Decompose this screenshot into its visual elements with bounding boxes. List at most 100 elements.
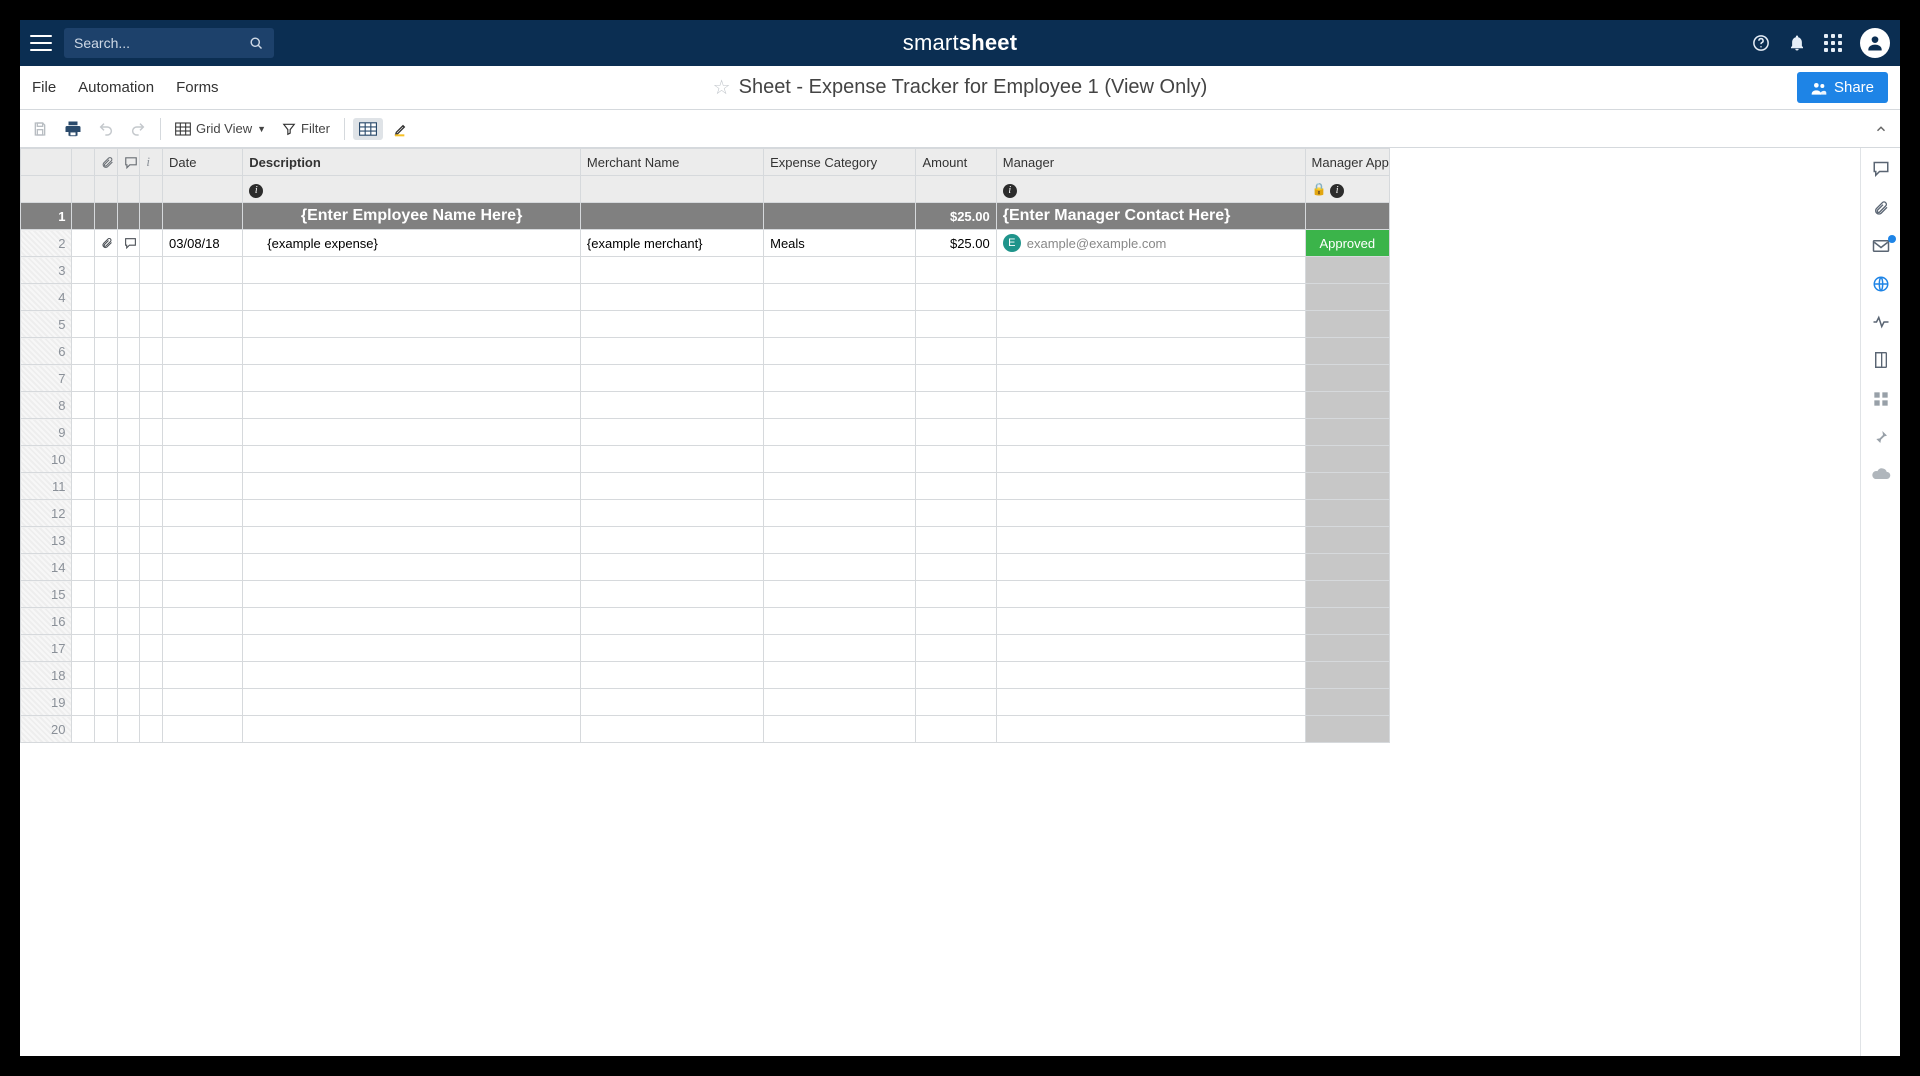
row-number[interactable]: 11 bbox=[21, 473, 72, 500]
search-icon[interactable] bbox=[249, 36, 264, 51]
col-category[interactable]: Expense Category bbox=[764, 149, 916, 176]
save-icon[interactable] bbox=[26, 117, 54, 141]
table-row[interactable]: 20 bbox=[21, 716, 1390, 743]
format-grid-icon[interactable] bbox=[353, 118, 383, 140]
apps-panel-icon[interactable] bbox=[1873, 391, 1889, 407]
update-requests-icon[interactable] bbox=[1872, 239, 1890, 253]
row-number[interactable]: 10 bbox=[21, 446, 72, 473]
table-row[interactable]: 8 bbox=[21, 392, 1390, 419]
table-row[interactable]: 15 bbox=[21, 581, 1390, 608]
row-number[interactable]: 6 bbox=[21, 338, 72, 365]
attachment-icon[interactable] bbox=[95, 230, 118, 257]
lock-icon[interactable]: 🔒 bbox=[1312, 182, 1327, 196]
help-icon[interactable] bbox=[1752, 34, 1770, 52]
comments-panel-icon[interactable] bbox=[1872, 160, 1890, 177]
row-number[interactable]: 8 bbox=[21, 392, 72, 419]
section-manager[interactable]: {Enter Manager Contact Here} bbox=[996, 203, 1305, 230]
col-approval[interactable]: Manager Appr bbox=[1305, 149, 1389, 176]
apps-icon[interactable] bbox=[1824, 34, 1842, 52]
print-icon[interactable] bbox=[58, 116, 88, 142]
row-number[interactable]: 19 bbox=[21, 689, 72, 716]
row-number[interactable]: 7 bbox=[21, 365, 72, 392]
cell-approval[interactable]: Approved bbox=[1305, 230, 1389, 257]
row-number[interactable]: 16 bbox=[21, 608, 72, 635]
table-row[interactable]: 6 bbox=[21, 338, 1390, 365]
filter-button[interactable]: Filter bbox=[276, 117, 336, 140]
info-icon[interactable]: i bbox=[249, 184, 263, 198]
col-amount[interactable]: Amount bbox=[916, 149, 996, 176]
menu-forms[interactable]: Forms bbox=[176, 79, 219, 96]
row-number[interactable]: 18 bbox=[21, 662, 72, 689]
table-row[interactable]: 5 bbox=[21, 311, 1390, 338]
cell-desc[interactable]: {example expense} bbox=[243, 230, 581, 257]
search-input[interactable] bbox=[74, 35, 249, 51]
cell-amount[interactable]: $25.00 bbox=[916, 230, 996, 257]
pin-icon[interactable] bbox=[1873, 429, 1889, 445]
comment-icon[interactable] bbox=[117, 230, 140, 257]
row-number-header[interactable] bbox=[21, 149, 72, 176]
menu-file[interactable]: File bbox=[32, 79, 56, 96]
highlight-icon[interactable] bbox=[387, 117, 415, 141]
table-row[interactable]: 12 bbox=[21, 500, 1390, 527]
row-number[interactable]: 14 bbox=[21, 554, 72, 581]
table-row[interactable]: 17 bbox=[21, 635, 1390, 662]
activity-log-icon[interactable] bbox=[1872, 315, 1890, 329]
row-number[interactable]: 9 bbox=[21, 419, 72, 446]
row-number[interactable]: 4 bbox=[21, 284, 72, 311]
collapse-toolbar-icon[interactable] bbox=[1874, 122, 1888, 136]
section-amount[interactable]: $25.00 bbox=[916, 203, 996, 230]
row-number[interactable]: 12 bbox=[21, 500, 72, 527]
row-number[interactable]: 3 bbox=[21, 257, 72, 284]
row-number[interactable]: 15 bbox=[21, 581, 72, 608]
cloud-icon[interactable] bbox=[1871, 467, 1891, 481]
row-number[interactable]: 20 bbox=[21, 716, 72, 743]
search-box[interactable] bbox=[64, 28, 274, 58]
cell-merchant[interactable]: {example merchant} bbox=[580, 230, 763, 257]
table-row[interactable]: 7 bbox=[21, 365, 1390, 392]
col-expand[interactable] bbox=[72, 149, 95, 176]
row-number[interactable]: 5 bbox=[21, 311, 72, 338]
col-date[interactable]: Date bbox=[163, 149, 243, 176]
table-row[interactable]: 18 bbox=[21, 662, 1390, 689]
star-icon[interactable]: ☆ bbox=[713, 75, 731, 100]
row-number[interactable]: 1 bbox=[21, 203, 72, 230]
menu-automation[interactable]: Automation bbox=[78, 79, 154, 96]
col-attachment[interactable] bbox=[95, 149, 118, 176]
attachments-panel-icon[interactable] bbox=[1873, 199, 1889, 217]
table-row[interactable]: 9 bbox=[21, 419, 1390, 446]
cell-date[interactable]: 03/08/18 bbox=[163, 230, 243, 257]
col-manager[interactable]: Manager bbox=[996, 149, 1305, 176]
cell-category[interactable]: Meals bbox=[764, 230, 916, 257]
table-row[interactable]: 16 bbox=[21, 608, 1390, 635]
grid-view-button[interactable]: Grid View ▼ bbox=[169, 117, 272, 140]
share-button[interactable]: Share bbox=[1797, 72, 1888, 103]
redo-icon[interactable] bbox=[124, 117, 152, 141]
bell-icon[interactable] bbox=[1788, 34, 1806, 52]
table-row[interactable]: 10 bbox=[21, 446, 1390, 473]
publish-icon[interactable] bbox=[1872, 275, 1890, 293]
section-desc[interactable]: {Enter Employee Name Here} bbox=[243, 203, 581, 230]
info-icon[interactable]: i bbox=[1330, 184, 1344, 198]
menu-icon[interactable] bbox=[30, 35, 52, 51]
col-merchant[interactable]: Merchant Name bbox=[580, 149, 763, 176]
table-row[interactable]: 13 bbox=[21, 527, 1390, 554]
undo-icon[interactable] bbox=[92, 117, 120, 141]
info-icon[interactable]: i bbox=[1003, 184, 1017, 198]
row-number[interactable]: 13 bbox=[21, 527, 72, 554]
sheet-grid[interactable]: i Date Description Merchant Name Expense… bbox=[20, 148, 1860, 1056]
cell-manager[interactable]: Eexample@example.com bbox=[996, 230, 1305, 257]
col-description[interactable]: Description bbox=[243, 149, 581, 176]
row-number[interactable]: 17 bbox=[21, 635, 72, 662]
table-row[interactable]: 11 bbox=[21, 473, 1390, 500]
table-row[interactable]: 2 03/08/18{example expense}{example merch… bbox=[21, 230, 1390, 257]
cell-history-icon[interactable] bbox=[1873, 351, 1889, 369]
table-row[interactable]: 4 bbox=[21, 284, 1390, 311]
row-number[interactable]: 2 bbox=[21, 230, 72, 257]
table-row[interactable]: 1 {Enter Employee Name Here} $25.00{Enter … bbox=[21, 203, 1390, 230]
col-info[interactable]: i bbox=[140, 149, 163, 176]
table-row[interactable]: 14 bbox=[21, 554, 1390, 581]
table-row[interactable]: 3 bbox=[21, 257, 1390, 284]
table-row[interactable]: 19 bbox=[21, 689, 1390, 716]
avatar[interactable] bbox=[1860, 28, 1890, 58]
col-comment[interactable] bbox=[117, 149, 140, 176]
